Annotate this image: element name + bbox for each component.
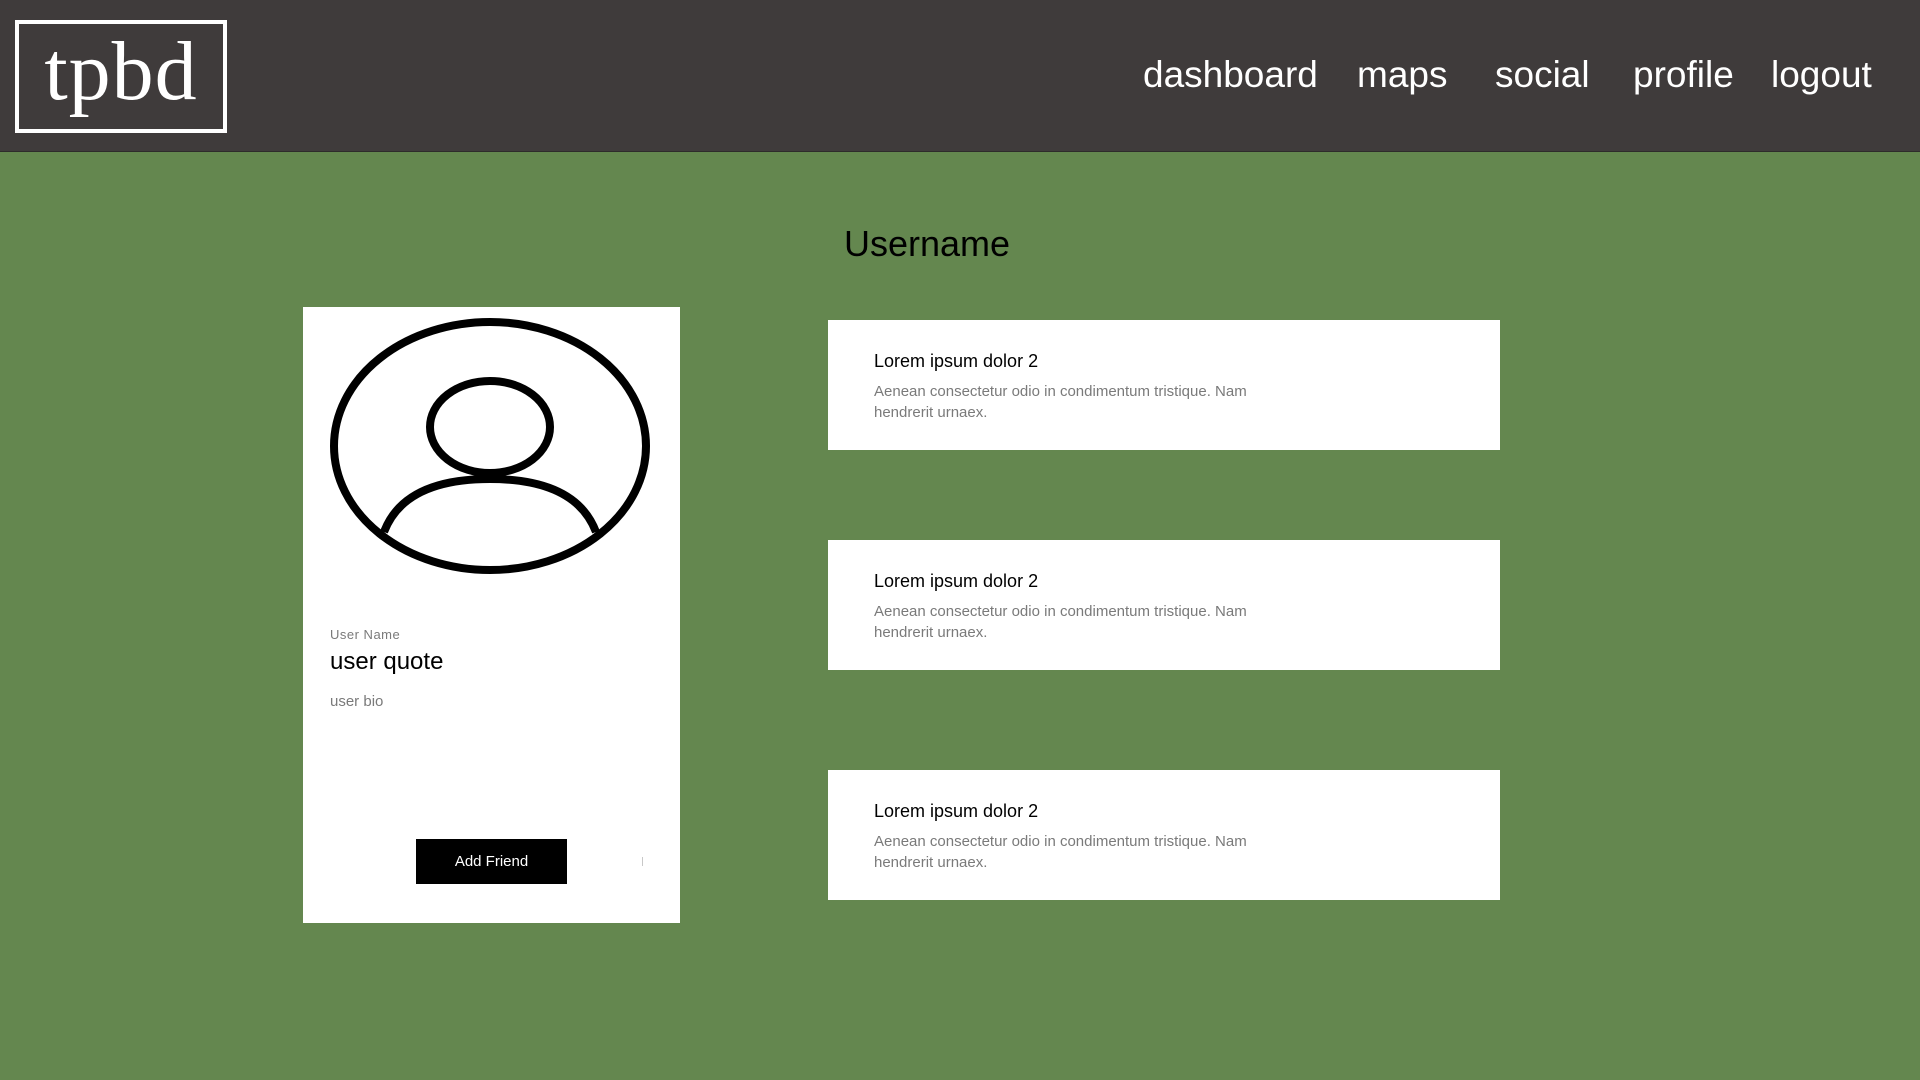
post-body: Aenean consectetur odio in condimentum t…: [874, 383, 1247, 421]
post-title: Lorem ipsum dolor 2: [874, 801, 1039, 821]
post-card[interactable]: Lorem ipsum dolor 2 Aenean consectetur o…: [828, 770, 1500, 900]
post-title: Lorem ipsum dolor 2: [874, 351, 1039, 371]
nav-dashboard[interactable]: dashboard: [1143, 52, 1318, 98]
user-bio: user bio: [330, 693, 384, 710]
user-avatar-icon: [330, 318, 650, 574]
post-body: Aenean consectetur odio in condimentum t…: [874, 603, 1247, 641]
nav-profile[interactable]: profile: [1633, 52, 1734, 98]
user-name-label: User Name: [330, 627, 401, 642]
post-card[interactable]: Lorem ipsum dolor 2 Aenean consectetur o…: [828, 320, 1500, 450]
nav-social[interactable]: social: [1495, 52, 1590, 98]
post-card[interactable]: Lorem ipsum dolor 2 Aenean consectetur o…: [828, 540, 1500, 670]
add-friend-button[interactable]: Add Friend: [416, 839, 567, 884]
nav-maps[interactable]: maps: [1357, 52, 1447, 98]
post-body: Aenean consectetur odio in condimentum t…: [874, 833, 1247, 871]
profile-card: User Name user quote user bio Add Friend: [303, 307, 680, 923]
user-quote: user quote: [330, 648, 444, 675]
nav-logout[interactable]: logout: [1771, 52, 1872, 98]
post-title: Lorem ipsum dolor 2: [874, 571, 1039, 591]
divider: [642, 857, 643, 866]
page-title: Username: [844, 223, 1011, 264]
top-navigation-bar: tpbd dashboard maps social profile logou…: [0, 0, 1920, 152]
logo[interactable]: tpbd: [15, 20, 227, 133]
